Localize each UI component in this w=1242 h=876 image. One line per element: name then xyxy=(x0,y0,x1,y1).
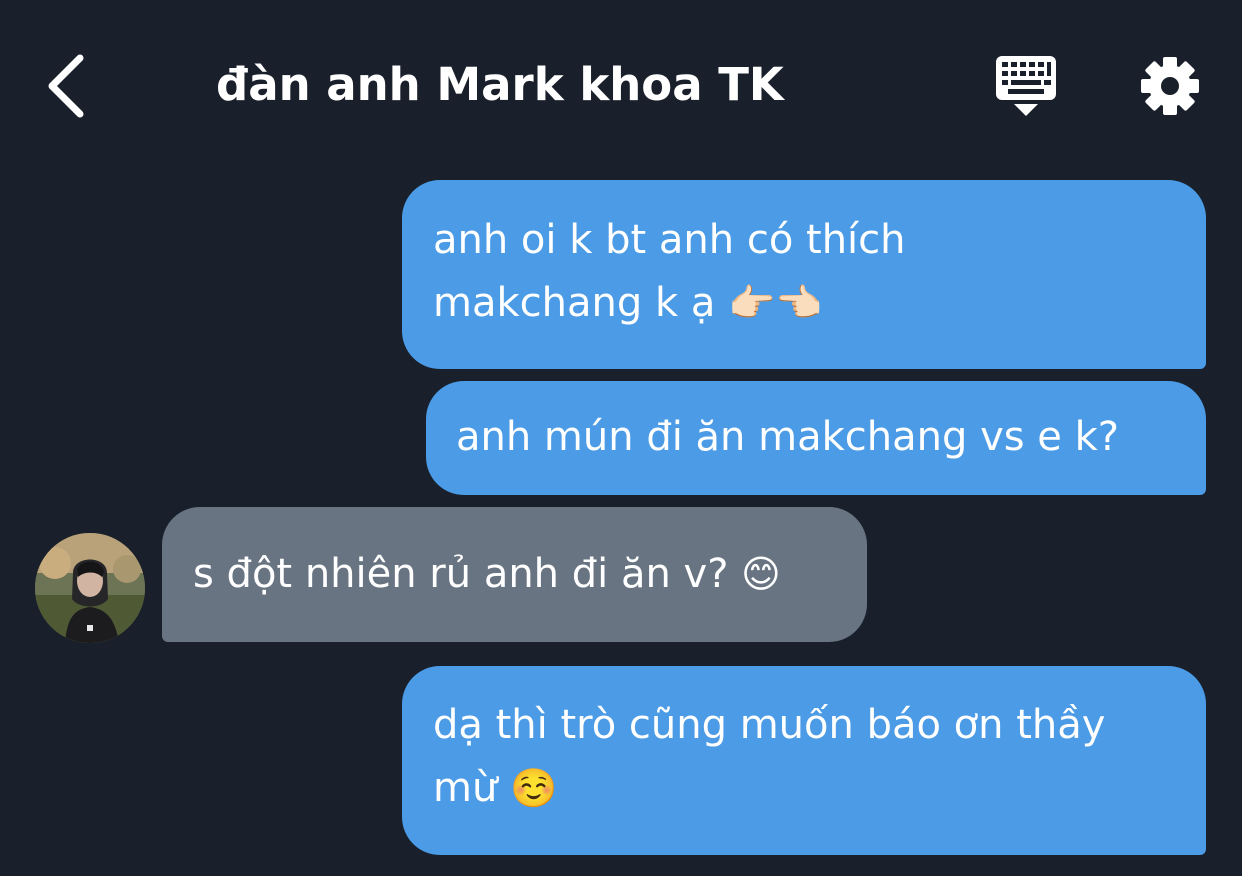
message-text-line: s đột nhiên rủ anh đi ăn v? 😊 xyxy=(193,543,837,606)
relieved-smile-emoji: ☺️ xyxy=(510,766,558,810)
message-text: dạ thì trò cũng muốn báo ơn thầy xyxy=(433,702,1106,748)
message-text-line: mừ ☺️ xyxy=(433,757,1176,820)
pointing-fingers-emoji: 👉🏻👈🏻 xyxy=(728,281,823,325)
keyboard-button[interactable] xyxy=(992,54,1060,118)
chat-header: đàn anh Mark khoa TK xyxy=(0,0,1242,170)
message-bubble-sent[interactable]: anh oi k bt anh có thích makchang k ạ 👉🏻… xyxy=(402,180,1206,369)
keyboard-icon xyxy=(996,56,1056,116)
message-bubble-sent[interactable]: dạ thì trò cũng muốn báo ơn thầy mừ ☺️ xyxy=(402,666,1206,855)
back-button[interactable] xyxy=(38,48,98,124)
message-bubble-received[interactable]: s đột nhiên rủ anh đi ăn v? 😊 xyxy=(162,507,867,642)
gear-icon xyxy=(1141,57,1199,115)
smiling-face-emoji: 😊 xyxy=(741,552,781,596)
message-text: mừ xyxy=(433,765,498,811)
avatar[interactable] xyxy=(35,533,145,643)
chat-title: đàn anh Mark khoa TK xyxy=(216,58,784,111)
message-text: s đột nhiên rủ anh đi ăn v? xyxy=(193,551,729,597)
message-text: makchang k ạ xyxy=(433,280,716,326)
message-bubble-sent[interactable]: anh mún đi ăn makchang vs e k? xyxy=(426,381,1206,495)
profile-photo xyxy=(35,533,145,643)
message-text: anh mún đi ăn makchang vs e k? xyxy=(456,414,1120,460)
chevron-left-icon xyxy=(48,54,84,118)
message-text: anh oi k bt anh có thích xyxy=(433,217,906,263)
settings-button[interactable] xyxy=(1138,54,1202,118)
message-text-line: makchang k ạ 👉🏻👈🏻 xyxy=(433,272,1176,335)
